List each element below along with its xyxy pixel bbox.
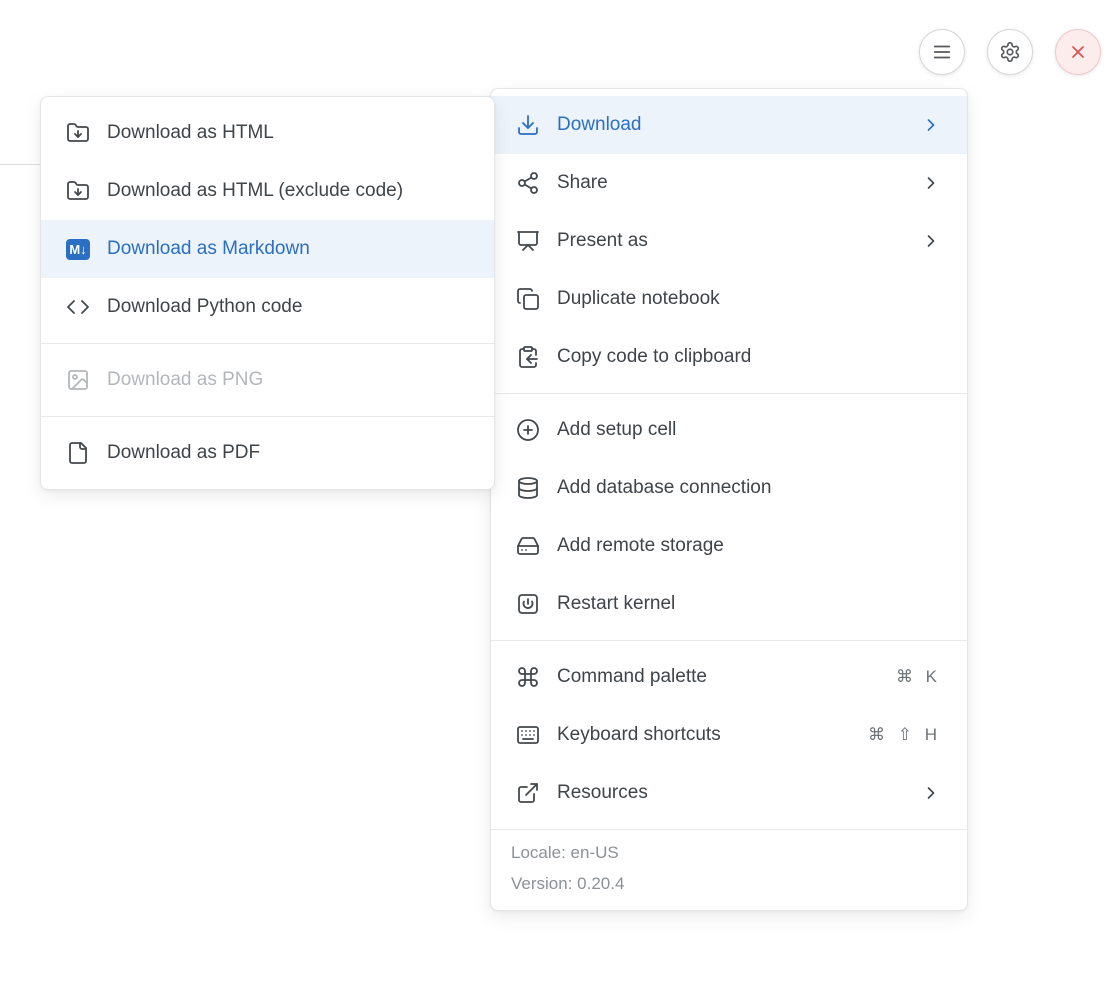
menu-footer: Locale: en-US Version: 0.20.4 <box>491 829 967 910</box>
menu-item-download[interactable]: Download <box>491 96 967 154</box>
menu-item-label: Present as <box>557 230 909 252</box>
menu-item-duplicate-notebook[interactable]: Duplicate notebook <box>491 270 967 328</box>
submenu-item-download-as-pdf[interactable]: Download as PDF <box>41 424 494 482</box>
database-icon <box>516 476 540 500</box>
hard-drive-icon <box>516 534 540 558</box>
share-icon <box>516 171 540 195</box>
menu-item-add-database-connection[interactable]: Add database connection <box>491 459 967 517</box>
menu-section-help: Command palette ⌘ K Keyboard shortcuts ⌘… <box>491 640 967 829</box>
download-submenu: Download as HTML Download as HTML (exclu… <box>40 96 495 490</box>
menu-item-label: Download <box>557 114 909 136</box>
presentation-icon <box>516 229 540 253</box>
notebook-actions-menu: Download Share Present as <box>490 88 968 911</box>
menu-item-label: Download as HTML (exclude code) <box>107 180 468 202</box>
submenu-section-html: Download as HTML Download as HTML (exclu… <box>41 97 494 343</box>
version-text: Version: 0.20.4 <box>511 868 947 899</box>
locale-text: Locale: en-US <box>511 837 947 868</box>
menu-item-label: Share <box>557 172 909 194</box>
menu-item-label: Keyboard shortcuts <box>557 724 868 746</box>
close-button[interactable] <box>1055 29 1101 75</box>
submenu-section-pdf: Download as PDF <box>41 416 494 489</box>
page-edge-divider <box>0 164 41 165</box>
markdown-badge-icon: M↓ <box>66 237 90 261</box>
shortcut-hint: ⌘ K <box>896 667 941 687</box>
image-icon <box>66 368 90 392</box>
menu-item-add-remote-storage[interactable]: Add remote storage <box>491 517 967 575</box>
menu-item-label: Restart kernel <box>557 593 941 615</box>
menu-item-label: Download as PDF <box>107 442 468 464</box>
menu-section-kernel: Add setup cell Add database connection A… <box>491 393 967 640</box>
menu-section-primary: Download Share Present as <box>491 89 967 393</box>
folder-down-icon <box>66 179 90 203</box>
menu-item-present-as[interactable]: Present as <box>491 212 967 270</box>
x-icon <box>1068 42 1088 62</box>
chevron-right-icon <box>921 115 941 135</box>
submenu-section-png: Download as PNG <box>41 343 494 416</box>
circle-plus-icon <box>516 418 540 442</box>
clipboard-copy-icon <box>516 345 540 369</box>
submenu-item-download-as-markdown[interactable]: M↓ Download as Markdown <box>41 220 494 278</box>
menu-item-copy-code[interactable]: Copy code to clipboard <box>491 328 967 386</box>
download-icon <box>516 113 540 137</box>
submenu-item-download-as-png: Download as PNG <box>41 351 494 409</box>
command-icon <box>516 665 540 689</box>
menu-item-label: Download Python code <box>107 296 468 318</box>
chevron-right-icon <box>921 173 941 193</box>
menu-item-label: Resources <box>557 782 909 804</box>
duplicate-icon <box>516 287 540 311</box>
chevron-right-icon <box>921 783 941 803</box>
menu-item-command-palette[interactable]: Command palette ⌘ K <box>491 648 967 706</box>
menu-item-label: Download as HTML <box>107 122 468 144</box>
chevron-right-icon <box>921 231 941 251</box>
code-icon <box>66 295 90 319</box>
menu-item-label: Add setup cell <box>557 419 941 441</box>
external-link-icon <box>516 781 540 805</box>
hamburger-icon <box>931 41 953 63</box>
submenu-item-download-as-html-exclude-code[interactable]: Download as HTML (exclude code) <box>41 162 494 220</box>
menu-item-add-setup-cell[interactable]: Add setup cell <box>491 401 967 459</box>
menu-item-resources[interactable]: Resources <box>491 764 967 822</box>
folder-down-icon <box>66 121 90 145</box>
menu-item-share[interactable]: Share <box>491 154 967 212</box>
menu-item-label: Download as PNG <box>107 369 468 391</box>
power-icon <box>516 592 540 616</box>
gear-icon <box>999 41 1021 63</box>
menu-item-keyboard-shortcuts[interactable]: Keyboard shortcuts ⌘ ⇧ H <box>491 706 967 764</box>
menu-item-label: Add remote storage <box>557 535 941 557</box>
menu-item-label: Download as Markdown <box>107 238 468 260</box>
menu-item-label: Copy code to clipboard <box>557 346 941 368</box>
menu-item-label: Add database connection <box>557 477 941 499</box>
submenu-item-download-as-html[interactable]: Download as HTML <box>41 104 494 162</box>
keyboard-icon <box>516 723 540 747</box>
shortcut-hint: ⌘ ⇧ H <box>868 725 941 745</box>
submenu-item-download-python-code[interactable]: Download Python code <box>41 278 494 336</box>
menu-item-label: Duplicate notebook <box>557 288 941 310</box>
menu-item-label: Command palette <box>557 666 896 688</box>
menu-item-restart-kernel[interactable]: Restart kernel <box>491 575 967 633</box>
file-icon <box>66 441 90 465</box>
menu-button[interactable] <box>919 29 965 75</box>
settings-button[interactable] <box>987 29 1033 75</box>
